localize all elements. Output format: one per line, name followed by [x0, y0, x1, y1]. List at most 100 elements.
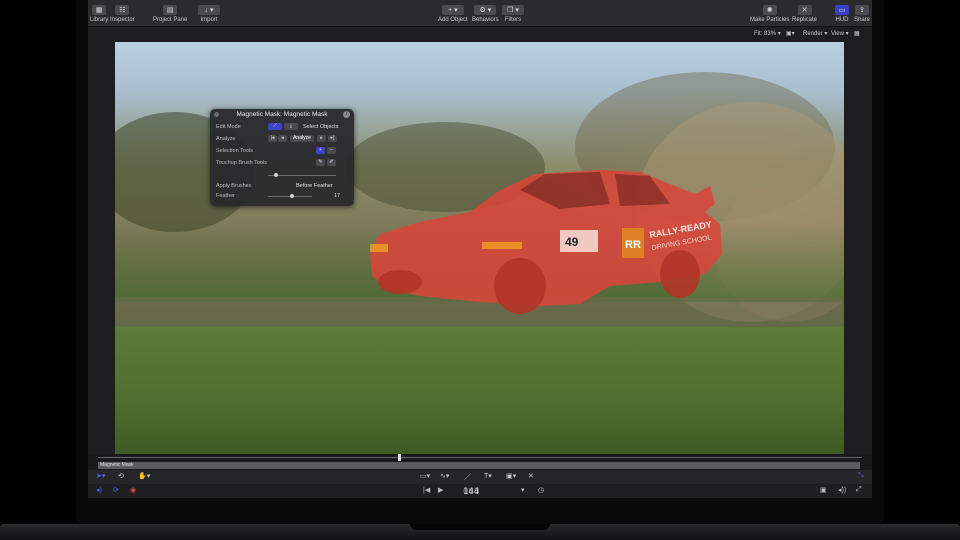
selection-add-icon[interactable]: +	[316, 147, 325, 154]
go-to-start-icon[interactable]: |◀	[423, 486, 430, 494]
behaviors-button[interactable]: ⚙ ▾ Behaviors	[472, 5, 499, 23]
select-objects-button[interactable]: Select Objects	[303, 124, 338, 130]
library-icon: ▦	[92, 5, 107, 15]
timecode-menu-icon[interactable]: ▾	[521, 486, 525, 494]
apply-brushes-label: Apply Brushes	[216, 183, 252, 189]
transport-bar: ◂) ⟳ ◉ |◀ ▶ 000 144 ▾ ◷ ▣ ◂)) ⤢	[88, 484, 872, 498]
clock-icon[interactable]: ◷	[538, 486, 544, 494]
filters-label: Filters	[504, 17, 522, 23]
share-icon: ⇪	[855, 5, 869, 15]
selection-remove-icon[interactable]: −	[327, 147, 336, 154]
add-object-label: Add Object	[438, 17, 468, 23]
timeline-layer-bar[interactable]: Magnetic Mask	[98, 462, 860, 469]
fit-menu[interactable]: Fit: 83% ▾	[754, 30, 781, 37]
analyze-button[interactable]: Analyze	[290, 135, 314, 142]
brush-size-slider[interactable]	[268, 175, 336, 176]
magnetic-mask-hud[interactable]: Magnetic Mask: Magnetic Mask i Edit Mode…	[210, 109, 354, 206]
touchup-brush-label: Touchup Brush Tools	[216, 160, 267, 166]
3d-view-icon[interactable]: ⤡	[858, 472, 864, 480]
edit-mode-magnetic-button[interactable]: ⟋	[268, 123, 282, 130]
audio-icon[interactable]: ◂))	[838, 486, 846, 494]
record-icon[interactable]: ◉	[130, 486, 136, 494]
view-label: View	[831, 31, 844, 37]
hand-tool-icon[interactable]: ✋▾	[138, 472, 150, 480]
filters-icon: ❐ ▾	[502, 5, 524, 15]
make-particles-label: Make Particles	[750, 17, 790, 23]
inspector-label: Inspector	[110, 17, 135, 23]
stroke-tool-icon[interactable]: ✕	[528, 472, 534, 480]
edit-mode-label: Edit Mode	[216, 124, 241, 130]
rotate-view-icon[interactable]: ⟲	[118, 472, 124, 480]
replicate-button[interactable]: ✕ Replicate	[792, 5, 817, 23]
behaviors-icon: ⚙ ▾	[474, 5, 497, 15]
paint-stroke-icon[interactable]: ／	[464, 472, 471, 482]
timecode-frames: 144	[463, 487, 480, 497]
inspector-button[interactable]: ☷ Inspector	[110, 5, 135, 23]
feather-value[interactable]: 17	[334, 193, 340, 199]
viewer-options-bar: Fit: 83% ▾ ▣▾ Render ▾ View ▾ ▦	[88, 27, 872, 40]
frame-icon[interactable]: ▣	[820, 486, 827, 494]
fit-label: Fit:	[754, 31, 763, 37]
shape-tool-icon[interactable]: ▭▾	[420, 472, 430, 480]
edit-mode-save-button[interactable]: ⤓	[284, 123, 298, 130]
analyze-end-icon[interactable]: ▸|	[328, 135, 337, 142]
brush-erase-icon[interactable]: ✐	[327, 159, 336, 166]
selection-tools-label: Selection Tools	[216, 148, 253, 154]
laptop-notch	[410, 524, 550, 530]
filters-button[interactable]: ❐ ▾ Filters	[502, 5, 524, 23]
analyze-next-icon[interactable]: ▸	[317, 135, 326, 142]
analyze-prev-icon[interactable]: ◂	[278, 135, 287, 142]
svg-text:RR: RR	[625, 239, 641, 251]
analyze-back-icon[interactable]: |◂	[268, 135, 277, 142]
hud-title: Magnetic Mask: Magnetic Mask	[236, 111, 328, 118]
mask-tool-icon[interactable]: ▣▾	[506, 472, 516, 480]
text-tool-icon[interactable]: T▾	[484, 472, 492, 480]
inspector-icon: ☷	[115, 5, 130, 15]
replicate-icon: ✕	[797, 5, 812, 15]
masked-car: 49 RR RALLY-READY DRIVING SCHOOL	[370, 170, 722, 314]
channels-menu-icon[interactable]: ▣▾	[786, 30, 795, 37]
info-icon[interactable]: i	[343, 111, 350, 118]
apply-brushes-popup[interactable]: Before Feather	[296, 183, 333, 189]
expand-icon[interactable]: ⤢	[856, 486, 862, 494]
make-particles-button[interactable]: ✺ Make Particles	[750, 5, 789, 23]
add-object-button[interactable]: + ▾ Add Object	[438, 5, 468, 23]
project-pane-button[interactable]: ▤ Project Pane	[153, 5, 187, 23]
select-tool-icon[interactable]: ➤▾	[96, 472, 105, 480]
render-menu[interactable]: Render ▾	[803, 30, 827, 37]
play-range-icon[interactable]: ◂)	[96, 486, 102, 494]
canvas-tools-bar: ➤▾ ⟲ ✋▾ ▭▾ ∿▾ ／ T▾ ▣▾ ✕ ⤡	[88, 470, 872, 484]
brush-add-icon[interactable]: ✎	[316, 159, 325, 166]
brush-size-knob[interactable]	[274, 173, 278, 177]
timeline-ruler	[98, 457, 862, 458]
foreground-grass	[115, 327, 844, 454]
mini-timeline[interactable]: Magnetic Mask	[88, 454, 872, 470]
make-particles-icon: ✺	[762, 5, 777, 15]
app-window: ▦ Library ☷ Inspector ▤ Project Pane ↓ ▾…	[88, 0, 872, 498]
loop-icon[interactable]: ⟳	[113, 486, 119, 494]
share-label: Share	[854, 17, 871, 23]
import-icon: ↓ ▾	[198, 5, 220, 15]
feather-knob[interactable]	[290, 194, 294, 198]
canvas-viewer[interactable]: 49 RR RALLY-READY DRIVING SCHOOL	[115, 42, 844, 454]
hud-icon: ▭	[835, 5, 849, 15]
play-icon[interactable]: ▶	[438, 486, 443, 494]
feather-label: Feather	[216, 193, 235, 199]
add-object-icon: + ▾	[441, 5, 464, 15]
import-button[interactable]: ↓ ▾ Import	[198, 5, 220, 23]
view-menu[interactable]: View ▾	[831, 30, 849, 37]
library-label: Library	[90, 17, 109, 23]
project-pane-icon: ▤	[163, 5, 178, 15]
layout-icon[interactable]: ▦	[854, 30, 860, 37]
bezier-tool-icon[interactable]: ∿▾	[440, 472, 449, 480]
render-label: Render	[803, 31, 823, 37]
toolbar: ▦ Library ☷ Inspector ▤ Project Pane ↓ ▾…	[88, 0, 872, 27]
share-button[interactable]: ⇪ Share	[854, 5, 870, 23]
hud-button[interactable]: ▭ HUD	[835, 5, 849, 23]
hud-label: HUD	[835, 17, 849, 23]
playhead[interactable]	[398, 454, 401, 461]
library-button[interactable]: ▦ Library	[90, 5, 108, 23]
fit-value: 83%	[764, 31, 777, 37]
svg-text:49: 49	[565, 235, 579, 249]
analyze-label: Analyze	[216, 136, 236, 142]
